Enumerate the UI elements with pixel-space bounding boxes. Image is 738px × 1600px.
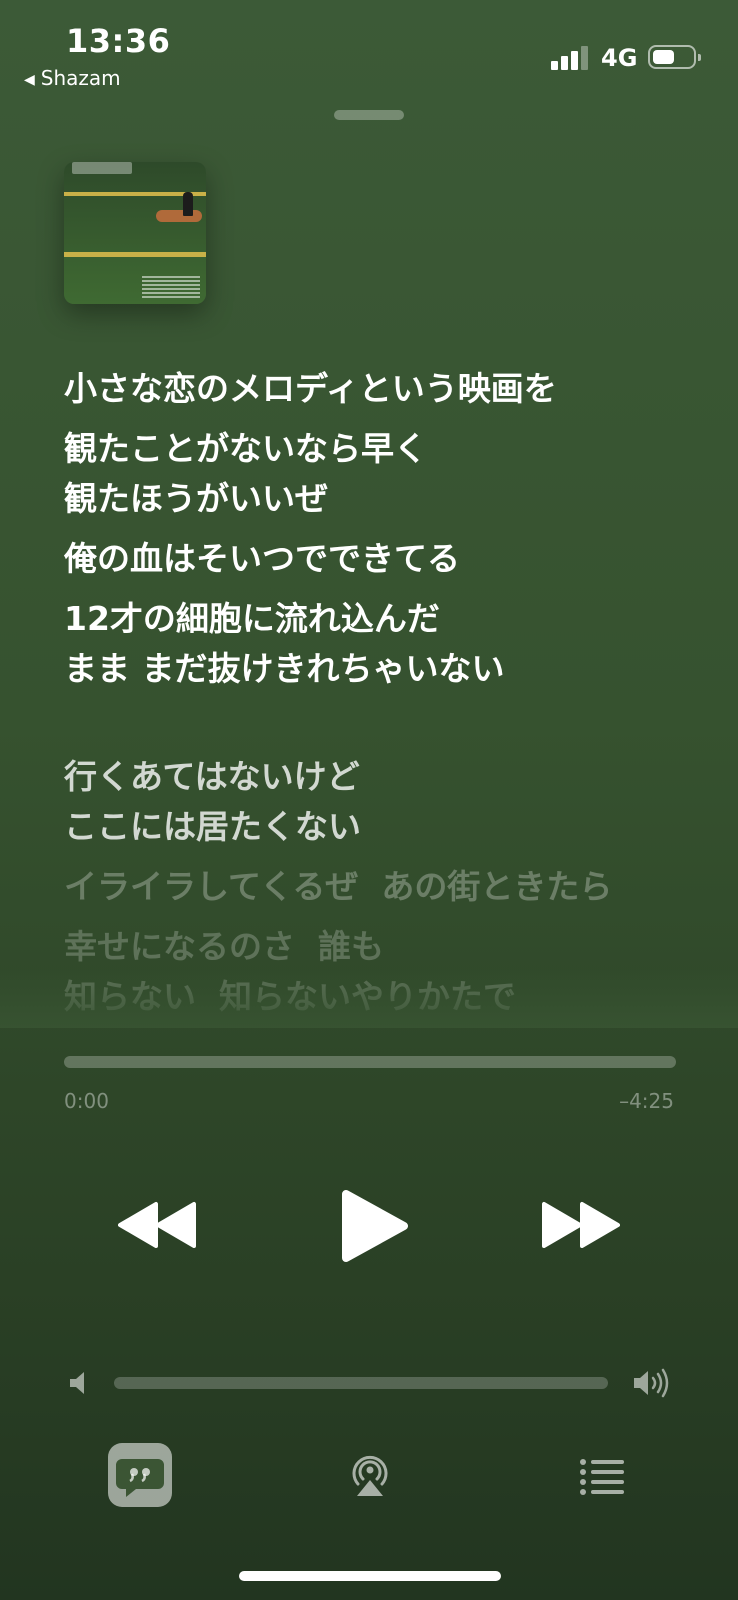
lyric-line[interactable]: 小さな恋のメロディという映画を (64, 364, 724, 414)
lyrics-fade-overlay (0, 968, 738, 1028)
pitcher-mound (156, 210, 202, 222)
lyric-line[interactable]: 俺の血はそいつでできてる (64, 534, 724, 584)
battery-fill (653, 50, 674, 64)
playback-progress-slider[interactable] (64, 1056, 676, 1068)
battery-icon (648, 45, 701, 69)
lyric-line[interactable]: 観たことがないなら早く 観たほうがいいぜ (64, 424, 724, 524)
lyric-line[interactable]: イライラしてくるぜ あの街ときたら (64, 862, 724, 912)
quote-bubble-icon (116, 1459, 164, 1497)
cellular-signal-icon (551, 46, 591, 70)
album-art[interactable] (64, 162, 206, 304)
play-icon[interactable] (340, 1188, 408, 1264)
list-icon[interactable] (578, 1456, 626, 1496)
battery-cap (698, 54, 701, 61)
field-line (64, 252, 206, 257)
elapsed-time: 0:00 (64, 1089, 109, 1113)
forward-icon[interactable] (540, 1200, 620, 1250)
scoreboard-detail (72, 162, 132, 174)
album-title-lettering (142, 276, 200, 298)
volume-low-icon (70, 1372, 84, 1394)
player-figure (183, 192, 193, 216)
network-type: 4G (601, 44, 638, 72)
volume-slider[interactable] (114, 1377, 608, 1389)
lyrics-button[interactable] (108, 1443, 172, 1507)
sheet-grabber[interactable] (334, 110, 404, 120)
backward-icon[interactable] (118, 1200, 198, 1250)
back-to-app-link[interactable]: ◀ Shazam (24, 66, 121, 90)
remaining-time: –4:25 (619, 1089, 674, 1113)
back-triangle-icon: ◀ (24, 72, 35, 88)
volume-high-icon (634, 1368, 669, 1398)
home-indicator[interactable] (239, 1571, 501, 1581)
status-time: 13:36 (66, 22, 171, 60)
lyric-line[interactable]: 行くあてはないけど ここには居たくない (64, 752, 724, 852)
lyric-line[interactable]: 12才の細胞に流れ込んだ まま まだ抜けきれちゃいない (64, 594, 724, 694)
airplay-icon[interactable] (345, 1450, 395, 1500)
back-app-label: Shazam (40, 66, 121, 90)
lyrics-list[interactable]: 小さな恋のメロディという映画を 観たことがないなら早く 観たほうがいいぜ 俺の血… (64, 364, 724, 1032)
